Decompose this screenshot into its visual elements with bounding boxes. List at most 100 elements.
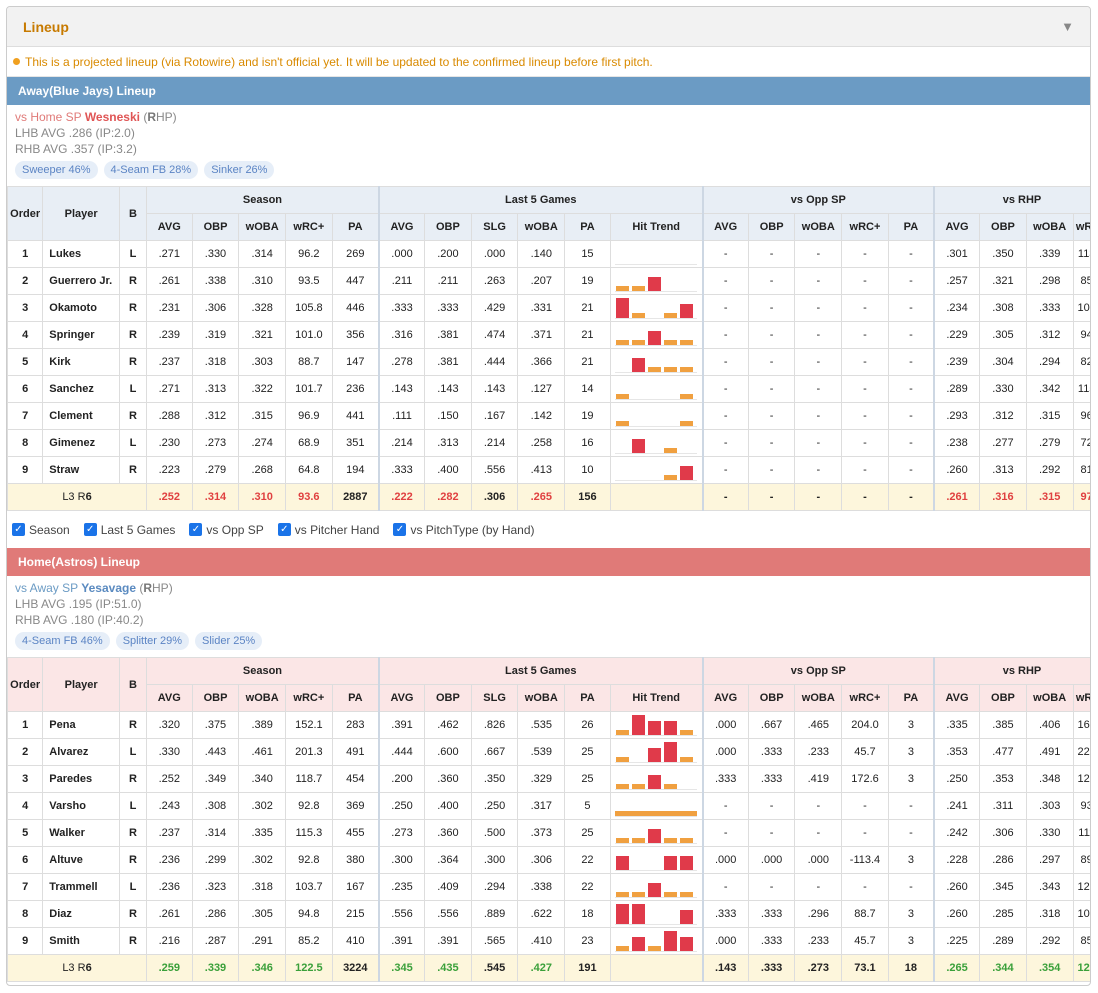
player-name[interactable]: Kirk <box>42 348 121 376</box>
home-player-row[interactable]: 9 Smith R .216.287.291 85.2 410.391.391.565.4… <box>7 927 1090 955</box>
away-header-season-obp[interactable]: OBP <box>191 213 240 241</box>
player-name[interactable]: Varsho <box>42 792 121 820</box>
away-player-row[interactable]: 4 Springer R .239.319.321 101.0 356.316.381.4… <box>7 321 1090 349</box>
away-sp-name[interactable]: Wesneski <box>85 110 140 124</box>
checkbox-check-icon[interactable]: ✓ <box>83 523 97 536</box>
home-player-row[interactable]: 8 Diaz R .261.286.305 94.8 215.556.556.889.62… <box>7 900 1090 928</box>
away-header-opp-obp[interactable]: OBP <box>747 213 796 241</box>
home-header-last5-obp[interactable]: OBP <box>424 684 472 712</box>
checkbox-vs-opp-sp[interactable]: ✓ vs Opp SP <box>189 523 264 537</box>
player-name[interactable]: Alvarez <box>42 738 121 766</box>
away-header-hand-avg[interactable]: AVG <box>932 213 981 241</box>
home-header-season-woba[interactable]: wOBA <box>238 684 287 712</box>
away-header-last5-woba[interactable]: wOBA <box>517 213 566 241</box>
player-name[interactable]: Walker <box>42 819 121 847</box>
home-header-last5-hit-trend[interactable]: Hit Trend <box>609 684 704 712</box>
home-header-player[interactable]: Player <box>42 657 121 712</box>
away-pitch-chip[interactable]: Sweeper 46% <box>15 161 98 179</box>
checkbox-last-5-games[interactable]: ✓ Last 5 Games <box>83 523 175 537</box>
home-header-season-wrc-[interactable]: wRC+ <box>285 684 333 712</box>
home-header-last5-avg[interactable]: AVG <box>377 684 426 712</box>
checkbox-check-icon[interactable]: ✓ <box>189 523 203 536</box>
checkbox-check-icon[interactable]: ✓ <box>277 523 291 536</box>
checkbox-season[interactable]: ✓ Season <box>12 523 70 537</box>
away-header-last5-obp[interactable]: OBP <box>424 213 472 241</box>
away-header-opp-avg[interactable]: AVG <box>701 213 749 241</box>
home-header-season-pa[interactable]: PA <box>331 684 380 712</box>
home-header-season-obp[interactable]: OBP <box>191 684 240 712</box>
away-header-hand-obp[interactable]: OBP <box>979 213 1027 241</box>
checkbox-check-icon[interactable]: ✓ <box>393 523 407 536</box>
away-header-hand-woba[interactable]: wOBA <box>1025 213 1074 241</box>
away-player-row[interactable]: 2 Guerrero Jr. R .261.338.310 93.5 447.211.21… <box>7 267 1090 295</box>
home-header-last5-slg[interactable]: SLG <box>470 684 519 712</box>
away-header-bats[interactable]: B <box>119 186 147 241</box>
player-name[interactable]: Diaz <box>42 900 121 928</box>
home-header-hand-woba[interactable]: wOBA <box>1025 684 1074 712</box>
away-header-hand-wrc-[interactable]: wRC+ <box>1072 213 1090 241</box>
checkbox-vs-pitcher-hand[interactable]: ✓ vs Pitcher Hand <box>277 523 379 537</box>
away-header-last5-slg[interactable]: SLG <box>470 213 519 241</box>
home-player-row[interactable]: 4 Varsho L .243.308.302 92.8 369.250.400.250.… <box>7 792 1090 820</box>
away-pitch-chip[interactable]: 4-Seam FB 28% <box>103 161 199 179</box>
checkbox-check-icon[interactable]: ✓ <box>12 523 25 536</box>
away-header-last5-avg[interactable]: AVG <box>377 213 426 241</box>
away-header-last5-hit-trend[interactable]: Hit Trend <box>609 213 704 241</box>
home-pitch-chip[interactable]: Slider 25% <box>195 632 263 650</box>
away-header-opp-wrc-[interactable]: wRC+ <box>841 213 889 241</box>
home-header-season-avg[interactable]: AVG <box>146 684 193 712</box>
player-name[interactable]: Straw <box>42 456 121 484</box>
away-header-opp-pa[interactable]: PA <box>887 213 935 241</box>
home-player-row[interactable]: 6 Altuve R .236.299.302 92.8 380.300.364.300.… <box>7 846 1090 874</box>
home-player-row[interactable]: 7 Trammell L .236.323.318 103.7 167.235.409.2… <box>7 873 1090 901</box>
player-name[interactable]: Paredes <box>42 765 121 793</box>
away-header-season-avg[interactable]: AVG <box>146 213 193 241</box>
player-name[interactable]: Clement <box>42 402 121 430</box>
home-header-bats[interactable]: B <box>119 657 147 712</box>
panel-header[interactable]: Lineup ▼ <box>7 7 1090 47</box>
home-header-hand-wrc-[interactable]: wRC+ <box>1072 684 1090 712</box>
home-pitch-chip[interactable]: Splitter 29% <box>115 632 190 650</box>
away-header-season-woba[interactable]: wOBA <box>238 213 287 241</box>
away-player-row[interactable]: 1 Lukes L .271.330.314 96.2 269.000.200.000.1… <box>7 240 1090 268</box>
home-header-opp-wrc-[interactable]: wRC+ <box>841 684 889 712</box>
home-sp-name[interactable]: Yesavage <box>81 581 136 595</box>
home-header-opp-woba[interactable]: wOBA <box>794 684 843 712</box>
home-header-last5-pa[interactable]: PA <box>564 684 611 712</box>
away-pitch-chip[interactable]: Sinker 26% <box>204 161 275 179</box>
checkbox-vs-pitchtype-by-hand-[interactable]: ✓ vs PitchType (by Hand) <box>393 523 535 537</box>
home-header-opp-obp[interactable]: OBP <box>747 684 796 712</box>
home-header-hand-obp[interactable]: OBP <box>979 684 1027 712</box>
player-name[interactable]: Springer <box>42 321 121 349</box>
away-header-player[interactable]: Player <box>42 186 121 241</box>
player-name[interactable]: Okamoto <box>42 294 121 322</box>
away-player-row[interactable]: 5 Kirk R .237.318.303 88.7 147.278.381.444.36… <box>7 348 1090 376</box>
away-header-season-pa[interactable]: PA <box>331 213 380 241</box>
home-header-order[interactable]: Order <box>7 657 44 712</box>
home-player-row[interactable]: 2 Alvarez L .330.443.461 201.3 491.444.600.66… <box>7 738 1090 766</box>
away-header-order[interactable]: Order <box>7 186 44 241</box>
home-header-last5-woba[interactable]: wOBA <box>517 684 566 712</box>
home-pitch-chip[interactable]: 4-Seam FB 46% <box>15 632 110 650</box>
away-header-last5-pa[interactable]: PA <box>564 213 611 241</box>
away-player-row[interactable]: 7 Clement R .288.312.315 96.9 441.111.150.167… <box>7 402 1090 430</box>
player-name[interactable]: Guerrero Jr. <box>42 267 121 295</box>
player-name[interactable]: Smith <box>42 927 121 955</box>
away-player-row[interactable]: 6 Sanchez L .271.313.322 101.7 236.143.143.14… <box>7 375 1090 403</box>
away-header-season-wrc-[interactable]: wRC+ <box>285 213 333 241</box>
home-header-opp-pa[interactable]: PA <box>887 684 935 712</box>
player-name[interactable]: Gimenez <box>42 429 121 457</box>
player-name[interactable]: Altuve <box>42 846 121 874</box>
away-header-opp-woba[interactable]: wOBA <box>794 213 843 241</box>
triangle-down-icon[interactable]: ▼ <box>1061 19 1074 34</box>
player-name[interactable]: Pena <box>42 711 121 739</box>
away-player-row[interactable]: 9 Straw R .223.279.268 64.8 194.333.400.556.4… <box>7 456 1090 484</box>
home-header-hand-avg[interactable]: AVG <box>932 684 981 712</box>
player-name[interactable]: Sanchez <box>42 375 121 403</box>
home-player-row[interactable]: 5 Walker R .237.314.335 115.3 455.273.360.500… <box>7 819 1090 847</box>
away-player-row[interactable]: 3 Okamoto R .231.306.328 105.8 446.333.333.42… <box>7 294 1090 322</box>
home-player-row[interactable]: 3 Paredes R .252.349.340 118.7 454.200.360.35… <box>7 765 1090 793</box>
home-player-row[interactable]: 1 Pena R .320.375.389 152.1 283.391.462.826.5… <box>7 711 1090 739</box>
home-header-opp-avg[interactable]: AVG <box>701 684 749 712</box>
player-name[interactable]: Lukes <box>42 240 121 268</box>
